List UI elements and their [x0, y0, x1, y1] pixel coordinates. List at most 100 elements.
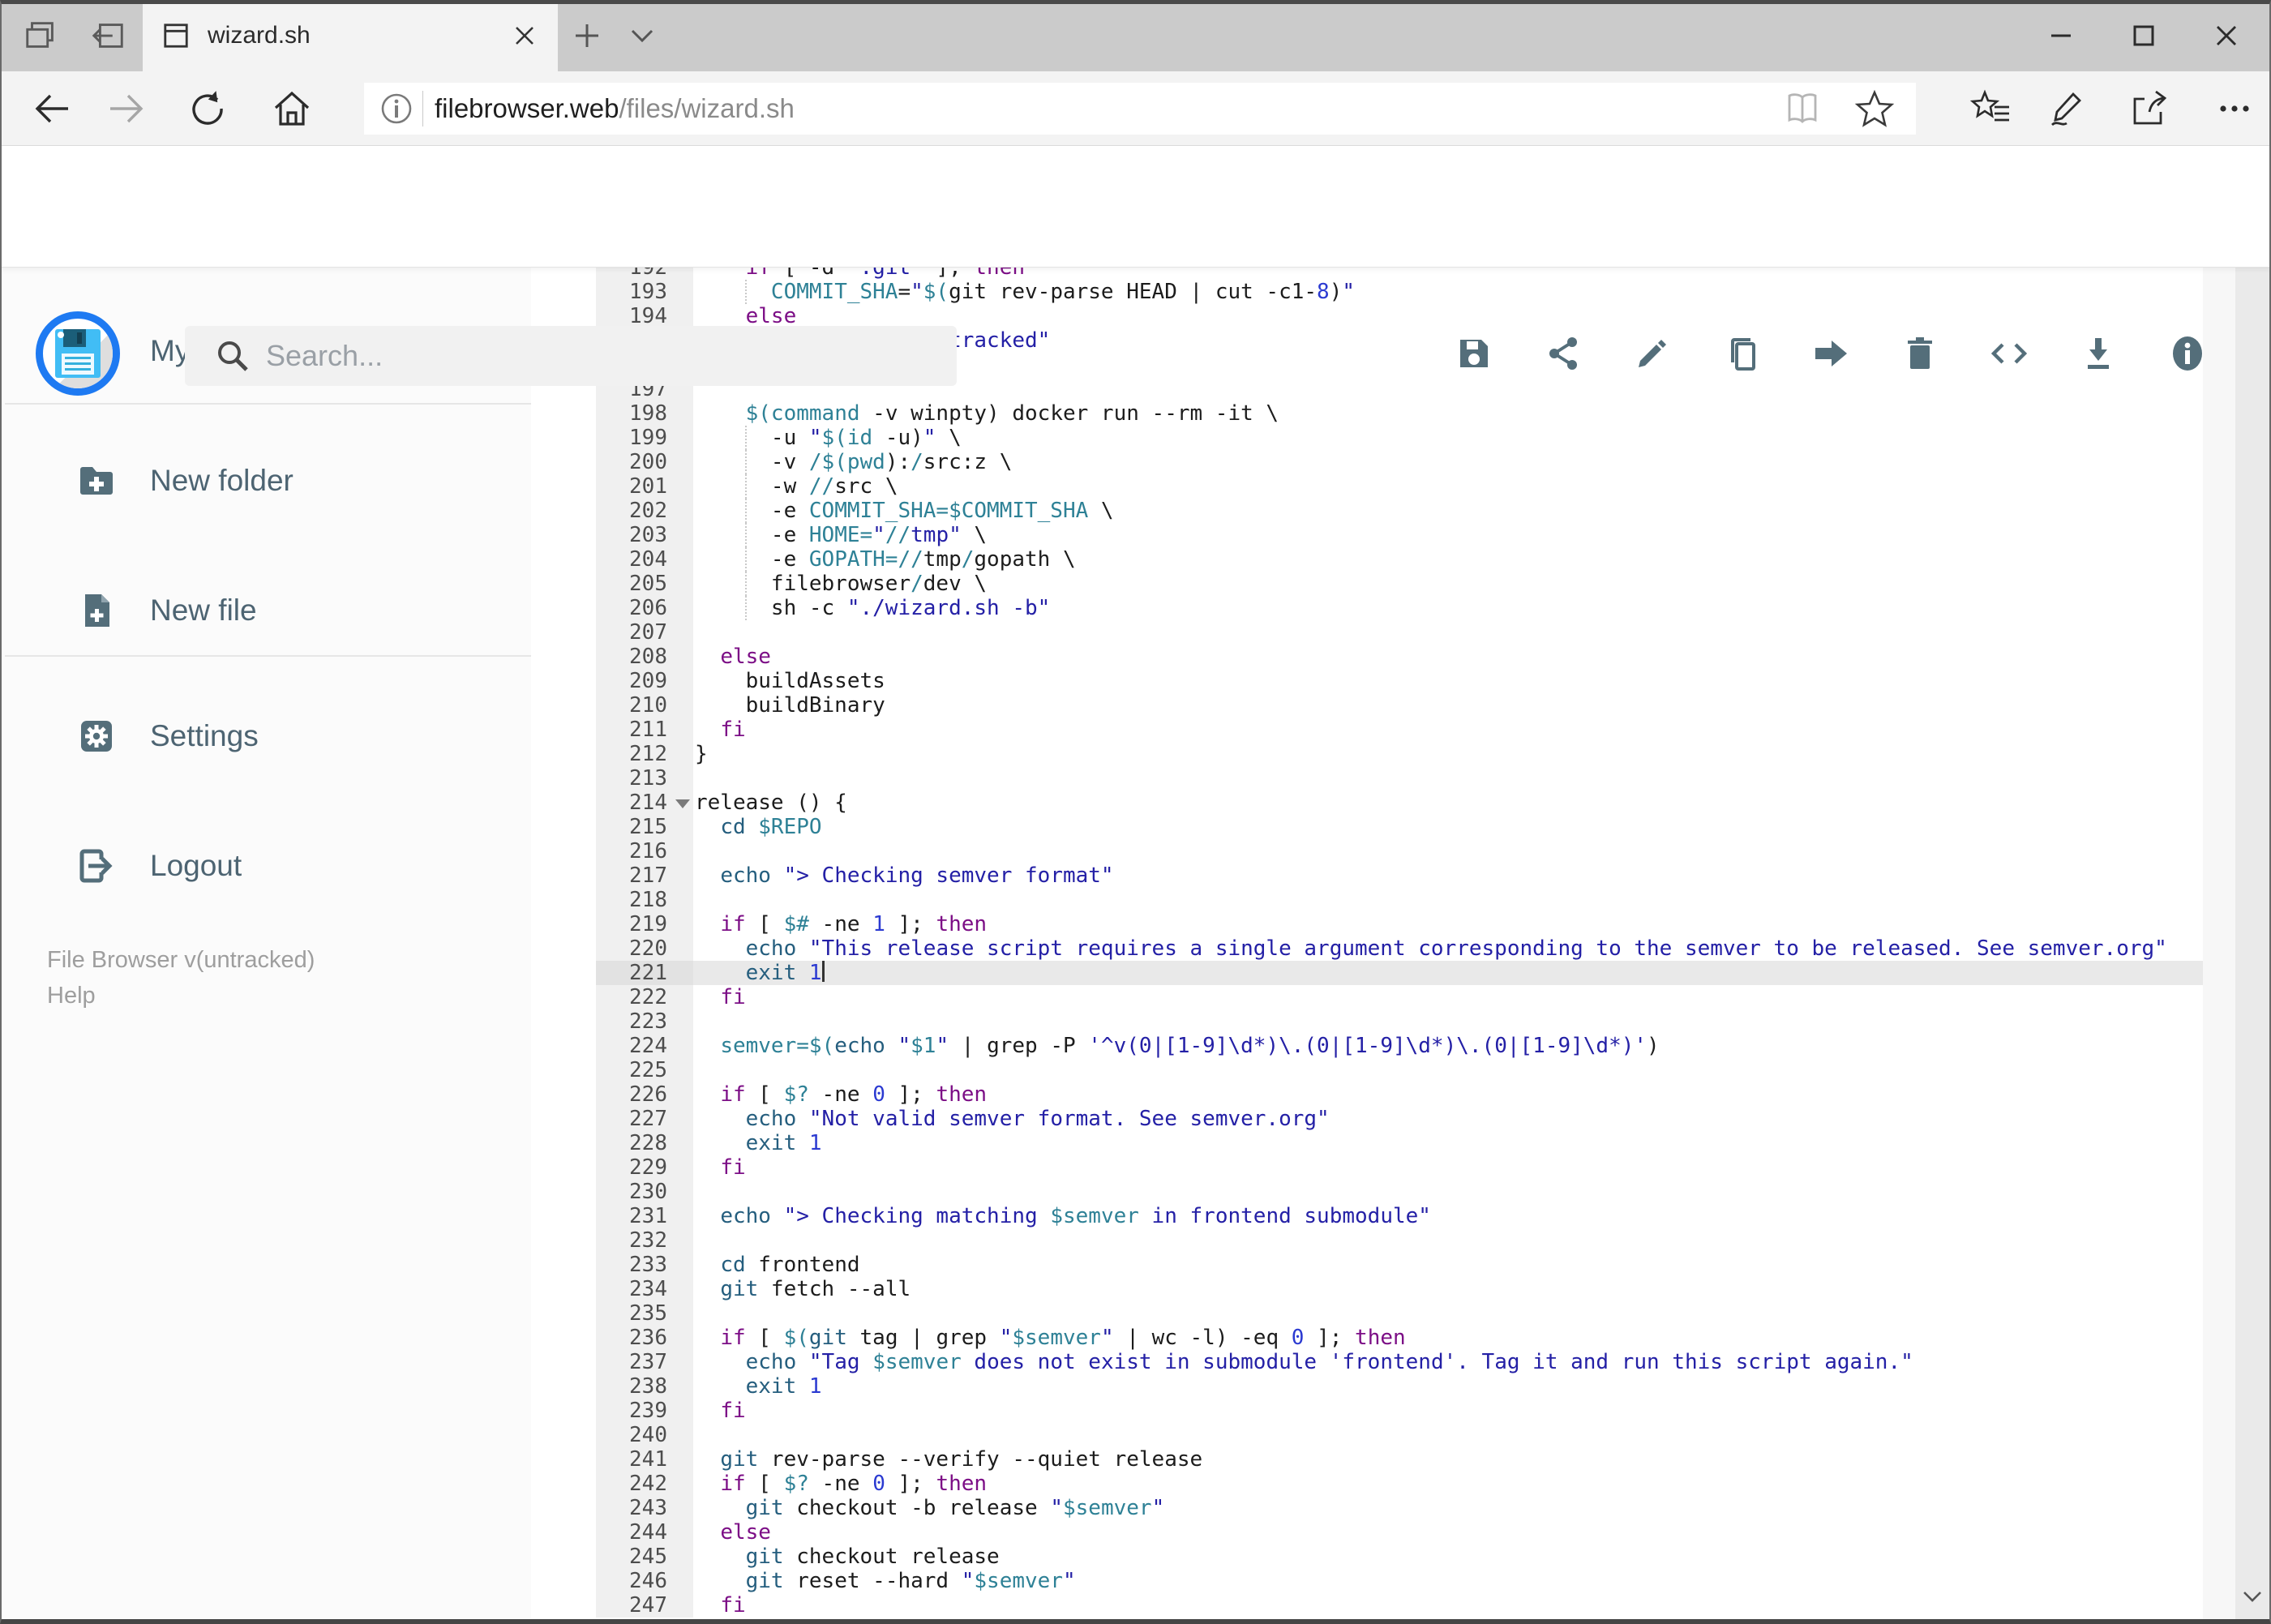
line-number[interactable]: 209: [596, 669, 693, 693]
new-tab-button[interactable]: [561, 0, 613, 71]
line-number[interactable]: 194: [596, 304, 693, 328]
line-number[interactable]: 224: [596, 1034, 693, 1058]
code-line[interactable]: 240: [531, 1423, 2203, 1447]
line-number[interactable]: 208: [596, 645, 693, 669]
line-number[interactable]: 204: [596, 547, 693, 572]
line-number[interactable]: 216: [596, 839, 693, 863]
line-number[interactable]: 237: [596, 1350, 693, 1374]
line-number[interactable]: 228: [596, 1131, 693, 1155]
line-number[interactable]: 220: [596, 936, 693, 961]
tabs-aside-icon[interactable]: [81, 0, 135, 71]
code-editor[interactable]: 192 if [ -d ".git" ]; then 193 COMMIT_SHA…: [531, 268, 2203, 1619]
code-line[interactable]: 231 echo "> Checking matching $semver in…: [531, 1204, 2203, 1228]
line-number[interactable]: 242: [596, 1472, 693, 1496]
line-number[interactable]: 218: [596, 888, 693, 912]
tab-preview-icon[interactable]: [15, 0, 68, 71]
filebrowser-logo[interactable]: [36, 311, 120, 396]
code-line[interactable]: 235: [531, 1301, 2203, 1326]
line-number[interactable]: 202: [596, 499, 693, 523]
code-line[interactable]: 214 release () {: [531, 791, 2203, 815]
sidebar-item-new-file[interactable]: New file: [0, 574, 531, 647]
search-input[interactable]: Search...: [185, 326, 957, 386]
save-button[interactable]: [1455, 334, 1493, 373]
line-number[interactable]: 233: [596, 1253, 693, 1277]
code-line[interactable]: 227 echo "Not valid semver format. See s…: [531, 1107, 2203, 1131]
download-button[interactable]: [2079, 334, 2118, 373]
close-window-button[interactable]: [2185, 0, 2268, 71]
line-number[interactable]: 217: [596, 863, 693, 888]
code-line[interactable]: 208 else: [531, 645, 2203, 669]
minimize-button[interactable]: [2020, 0, 2102, 71]
code-line[interactable]: 204 -e GOPATH=//tmp/gopath \: [531, 547, 2203, 572]
line-number[interactable]: 222: [596, 985, 693, 1009]
fold-marker-icon[interactable]: [675, 799, 690, 808]
code-line[interactable]: 241 git rev-parse --verify --quiet relea…: [531, 1447, 2203, 1472]
delete-button[interactable]: [1900, 334, 1939, 373]
code-line[interactable]: 216: [531, 839, 2203, 863]
line-number[interactable]: 241: [596, 1447, 693, 1472]
code-line[interactable]: 209 buildAssets: [531, 669, 2203, 693]
code-line[interactable]: 213: [531, 766, 2203, 791]
code-line[interactable]: 225: [531, 1058, 2203, 1082]
line-number[interactable]: 215: [596, 815, 693, 839]
line-number[interactable]: 212: [596, 742, 693, 766]
url-field[interactable]: filebrowser.web/files/wizard.sh: [364, 83, 1916, 135]
code-line[interactable]: 193 COMMIT_SHA="$(git rev-parse HEAD | c…: [531, 280, 2203, 304]
code-line[interactable]: 192 if [ -d ".git" ]; then: [531, 268, 2203, 280]
code-line[interactable]: 237 echo "Tag $semver does not exist in …: [531, 1350, 2203, 1374]
code-line[interactable]: 246 git reset --hard "$semver": [531, 1569, 2203, 1593]
sidebar-item-new-folder[interactable]: New folder: [0, 444, 531, 517]
code-line[interactable]: 230: [531, 1180, 2203, 1204]
edit-button[interactable]: [1633, 334, 1672, 373]
line-number[interactable]: 232: [596, 1228, 693, 1253]
copy-button[interactable]: [1722, 334, 1761, 373]
code-line[interactable]: 201 -w //src \: [531, 474, 2203, 499]
sidebar-item-logout[interactable]: Logout: [0, 829, 531, 902]
line-number[interactable]: 211: [596, 718, 693, 742]
code-line[interactable]: 242 if [ $? -ne 0 ]; then: [531, 1472, 2203, 1496]
site-info-icon[interactable]: [379, 91, 414, 126]
code-view-button[interactable]: [1990, 334, 2029, 373]
line-number[interactable]: 213: [596, 766, 693, 791]
code-line[interactable]: 198 $(command -v winpty) docker run --rm…: [531, 401, 2203, 426]
code-line[interactable]: 206 sh -c "./wizard.sh -b": [531, 596, 2203, 620]
line-number[interactable]: 201: [596, 474, 693, 499]
scroll-down-icon[interactable]: [2242, 1585, 2263, 1606]
reading-view-icon[interactable]: [1783, 89, 1822, 128]
code-line[interactable]: 203 -e HOME="//tmp" \: [531, 523, 2203, 547]
line-number[interactable]: 219: [596, 912, 693, 936]
line-number[interactable]: 205: [596, 572, 693, 596]
line-number[interactable]: 245: [596, 1545, 693, 1569]
code-line[interactable]: 222 fi: [531, 985, 2203, 1009]
line-number[interactable]: 240: [596, 1423, 693, 1447]
back-icon[interactable]: [19, 71, 84, 146]
line-number[interactable]: 230: [596, 1180, 693, 1204]
tab-list-chevron-icon[interactable]: [616, 0, 668, 71]
code-line[interactable]: 245 git checkout release: [531, 1545, 2203, 1569]
line-number[interactable]: 192: [596, 268, 693, 280]
code-line[interactable]: 243 git checkout -b release "$semver": [531, 1496, 2203, 1520]
sidebar-item-settings[interactable]: Settings: [0, 700, 531, 773]
code-line[interactable]: 212}: [531, 742, 2203, 766]
code-line[interactable]: 236 if [ $(git tag | grep "$semver" | wc…: [531, 1326, 2203, 1350]
line-number[interactable]: 203: [596, 523, 693, 547]
more-options-icon[interactable]: [2202, 71, 2267, 146]
code-line[interactable]: 221 exit 1: [531, 961, 2203, 985]
code-line[interactable]: 233 cd frontend: [531, 1253, 2203, 1277]
code-line[interactable]: 199 -u "$(id -u)" \: [531, 426, 2203, 450]
code-line[interactable]: 219 if [ $# -ne 1 ]; then: [531, 912, 2203, 936]
home-icon[interactable]: [259, 71, 324, 146]
line-number[interactable]: 243: [596, 1496, 693, 1520]
favorite-star-icon[interactable]: [1854, 88, 1895, 129]
line-number[interactable]: 227: [596, 1107, 693, 1131]
line-number[interactable]: 214: [596, 791, 693, 815]
code-line[interactable]: 223: [531, 1009, 2203, 1034]
line-number[interactable]: 246: [596, 1569, 693, 1593]
code-line[interactable]: 202 -e COMMIT_SHA=$COMMIT_SHA \: [531, 499, 2203, 523]
code-line[interactable]: 239 fi: [531, 1399, 2203, 1423]
code-line[interactable]: 218: [531, 888, 2203, 912]
line-number[interactable]: 235: [596, 1301, 693, 1326]
code-line[interactable]: 217 echo "> Checking semver format": [531, 863, 2203, 888]
line-number[interactable]: 236: [596, 1326, 693, 1350]
help-link[interactable]: Help: [47, 983, 96, 1009]
